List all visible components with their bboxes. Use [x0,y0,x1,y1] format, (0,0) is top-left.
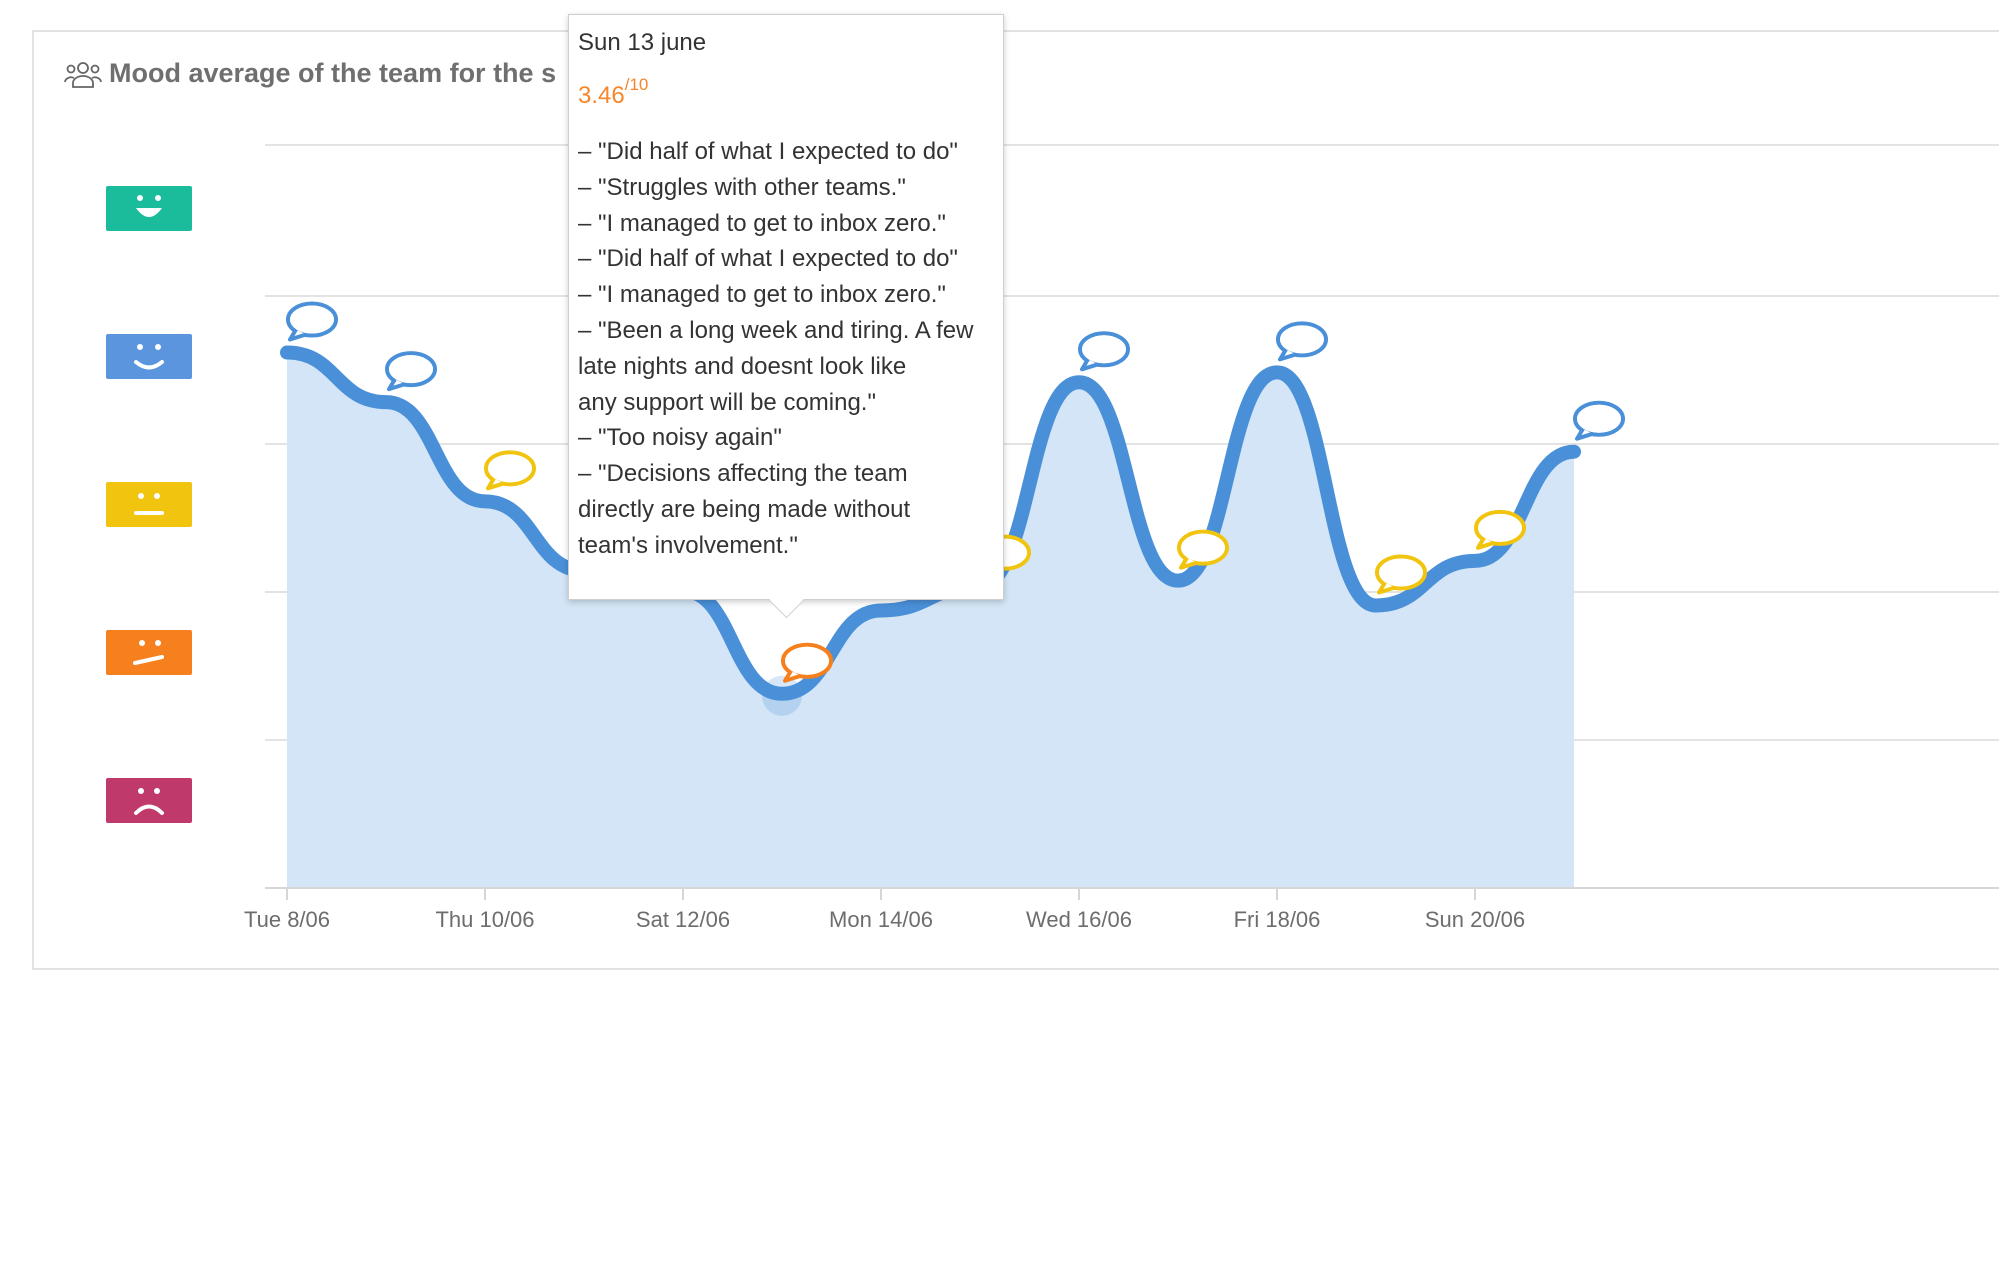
speech-bubble-inner [290,305,334,334]
tooltip-comment: – "Decisions affecting the team directly… [578,460,911,559]
speech-bubble-inner [389,355,433,384]
tooltip-comment: – "Did half of what I expected to do" [578,245,958,273]
day-tooltip: Sun 13 june 3.46/10 – "Did half of what … [568,14,1004,619]
tooltip-comment: – "Been a long week and tiring. A few la… [578,316,974,416]
speech-bubble-inner [488,454,532,483]
speech-bubble-icon [484,450,536,491]
speech-bubble-icon [1078,331,1130,372]
tooltip-comment: – "I managed to get to inbox zero." [578,209,946,237]
speech-bubble-inner [1478,513,1522,542]
speech-bubble-icon [1573,400,1625,441]
speech-bubble-inner [1181,533,1225,562]
x-tick-label: Tue 8/06 [244,907,330,932]
speech-bubble-inner [1379,558,1423,587]
tooltip-score-value: 3.46 [578,82,625,109]
tooltip-score-max: /10 [624,75,649,94]
x-tick-label: Thu 10/06 [435,907,534,932]
speech-bubble-icon [385,351,437,392]
speech-bubble-inner [785,646,829,675]
tooltip-comment: – "I managed to get to inbox zero." [578,281,946,309]
selected-point-halo [762,675,802,716]
speech-bubble-inner [1082,335,1126,364]
tooltip-comment: – "Struggles with other teams." [578,173,906,201]
speech-bubble-inner [1577,404,1621,433]
x-tick-label: Sat 12/06 [636,907,730,932]
x-tick-label: Fri 18/06 [1234,907,1321,932]
tooltip-score: 3.46/10 [578,75,1003,110]
x-tick-label: Mon 14/06 [829,907,933,932]
speech-bubble-icon [1276,321,1328,362]
x-tick-label: Wed 16/06 [1026,907,1132,932]
x-tick-label: Sun 20/06 [1425,907,1525,932]
tooltip-comment: – "Did half of what I expected to do" [578,138,958,165]
speech-bubble-icon [286,301,338,342]
tooltip-comment: – "Too noisy again" [578,424,782,452]
speech-bubble-inner [1280,325,1324,354]
tooltip-date: Sun 13 june [578,29,707,56]
tooltip-comments: – "Did half of what I expected to do" – … [578,134,1003,564]
